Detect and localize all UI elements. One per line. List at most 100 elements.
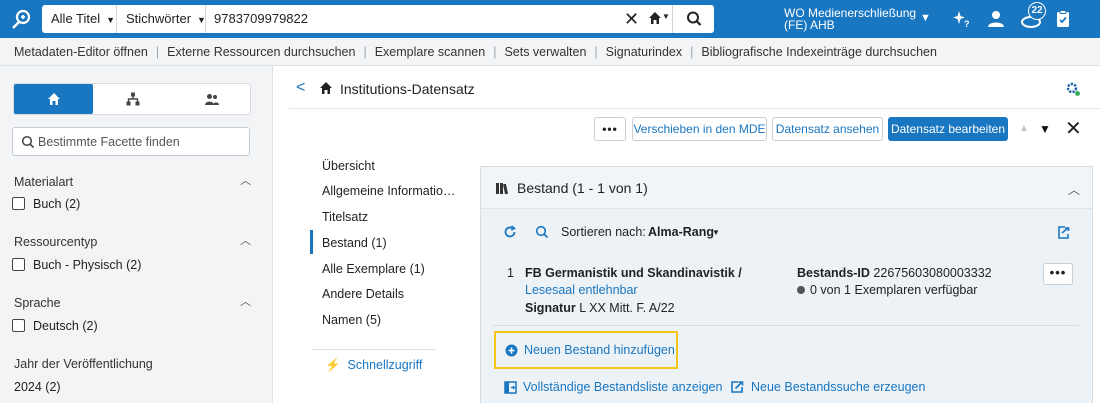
- nav-label: Namen: [322, 313, 363, 327]
- holdings-panel: Bestand (1 - 1 von 1) ︿ Sortieren nach: …: [480, 166, 1093, 403]
- nav-item-overview[interactable]: Übersicht: [322, 159, 375, 173]
- page-title: Institutions-Datensatz: [340, 81, 475, 97]
- search-field-select[interactable]: Stichwörter ▼: [117, 5, 206, 33]
- facet-item-label: Buch - Physisch (2): [33, 258, 142, 272]
- clipboard-check-icon[interactable]: [1052, 8, 1074, 30]
- row-actions-button[interactable]: •••: [1043, 263, 1073, 285]
- close-icon[interactable]: ✕: [1065, 116, 1082, 141]
- view-record-button[interactable]: Datensatz ansehen: [772, 117, 883, 141]
- facet-item-label: Deutsch (2): [33, 319, 98, 333]
- home-icon: [649, 12, 661, 24]
- facet-item-german[interactable]: Deutsch (2): [12, 319, 98, 333]
- search-scope-select[interactable]: Alle Titel ▼: [42, 5, 117, 33]
- separator: |: [493, 45, 497, 59]
- external-link-icon[interactable]: [730, 380, 744, 394]
- checkbox[interactable]: [12, 197, 25, 210]
- home-icon: [48, 93, 60, 105]
- chevron-down-icon[interactable]: ▼: [920, 12, 931, 24]
- quick-access-link[interactable]: ⚡ Schnellzugriff: [325, 358, 422, 373]
- back-icon[interactable]: <: [296, 79, 305, 97]
- gear-icon[interactable]: [1065, 81, 1081, 97]
- nav-item-holdings[interactable]: Bestand (1): [322, 236, 387, 250]
- row-number: 1: [507, 266, 514, 280]
- facet-search-input[interactable]: Bestimmte Facette finden: [12, 127, 250, 156]
- facet-tabs: [13, 83, 251, 115]
- full-holdings-list-link[interactable]: Vollständige Bestandsliste anzeigen: [523, 380, 722, 394]
- holdings-title: Bestand (1 - 1 von 1): [517, 180, 648, 196]
- nav-label: Titelsatz: [322, 210, 369, 224]
- chevron-up-icon[interactable]: ︿: [240, 293, 251, 309]
- facet-item-2024[interactable]: 2024 (2): [14, 380, 61, 394]
- nav-label: Bestand: [322, 236, 368, 250]
- separator: |: [155, 45, 160, 59]
- sort-select[interactable]: Alma-Rang: [648, 225, 714, 239]
- chevron-down-icon: ▼: [106, 15, 116, 25]
- separator: |: [363, 45, 367, 59]
- tab-hierarchy[interactable]: [93, 84, 172, 114]
- chevron-up-icon[interactable]: ︿: [1068, 181, 1080, 198]
- nav-item-title-record[interactable]: Titelsatz: [322, 210, 368, 224]
- search-scope-label: Alle Titel: [51, 11, 101, 26]
- shelf-list-link[interactable]: Signaturindex: [606, 45, 682, 59]
- facet-item-label: Buch (2): [33, 197, 81, 211]
- search-icon: [687, 11, 702, 26]
- divider: [289, 108, 1100, 109]
- search-icon: [21, 135, 35, 149]
- separator: |: [594, 45, 598, 59]
- next-record-icon[interactable]: ▼: [1039, 122, 1051, 136]
- facet-heading-publication-year: Jahr der Veröffentlichung: [14, 357, 153, 371]
- clear-search-icon[interactable]: ✕: [624, 9, 639, 29]
- people-icon: [205, 94, 219, 105]
- chevron-up-icon[interactable]: ︿: [240, 172, 251, 188]
- new-holdings-search-link[interactable]: Neue Bestandssuche erzeugen: [751, 380, 925, 394]
- export-icon[interactable]: [1056, 225, 1071, 240]
- refresh-icon[interactable]: [503, 225, 517, 239]
- manage-sets-link[interactable]: Sets verwalten: [504, 45, 586, 59]
- divider: [493, 325, 1079, 326]
- active-nav-indicator: [310, 230, 313, 254]
- sparkle-help-icon[interactable]: ?: [950, 8, 972, 30]
- browse-bib-headings-link[interactable]: Bibliografische Indexeinträge durchsuche…: [701, 45, 937, 59]
- search-button[interactable]: [676, 5, 714, 33]
- scan-items-link[interactable]: Exemplare scannen: [375, 45, 485, 59]
- user-icon[interactable]: [985, 8, 1007, 30]
- institution-selector[interactable]: WO Medienerschließung (FE) AHB: [784, 7, 924, 31]
- chevron-down-icon[interactable]: ▼: [712, 228, 720, 237]
- home-icon: [320, 82, 332, 94]
- search-home-select[interactable]: ▼: [648, 11, 672, 27]
- tab-home[interactable]: [14, 84, 93, 114]
- nav-item-all-items[interactable]: Alle Exemplare (1): [322, 262, 425, 276]
- notification-badge[interactable]: 22: [1028, 2, 1046, 20]
- separator: |: [690, 45, 694, 59]
- checkbox[interactable]: [12, 258, 25, 271]
- edit-record-button[interactable]: Datensatz bearbeiten: [888, 117, 1008, 141]
- divider: [672, 5, 673, 33]
- action-links: Metadaten-Editor öffnen | Externe Ressourc…: [14, 45, 937, 59]
- search-input[interactable]: 9783709979822: [214, 5, 308, 33]
- nav-item-names[interactable]: Namen (5): [322, 313, 381, 327]
- checkbox[interactable]: [12, 319, 25, 332]
- status-dot-icon: [797, 286, 805, 294]
- holding-id: Bestands-ID 22675603080003332: [797, 266, 992, 280]
- list-open-icon[interactable]: [504, 381, 517, 394]
- add-holding-button[interactable]: Neuen Bestand hinzufügen: [494, 331, 678, 369]
- availability-status: 0 von 1 Exemplaren verfügbar: [797, 283, 977, 297]
- alma-logo-icon[interactable]: [10, 7, 34, 31]
- move-to-md-editor-button[interactable]: Verschieben in den MDE: [632, 117, 767, 141]
- previous-record-icon[interactable]: ▲: [1019, 123, 1029, 134]
- nav-item-other-details[interactable]: Andere Details: [322, 287, 404, 301]
- more-actions-button[interactable]: •••: [594, 117, 626, 141]
- divider: [312, 349, 436, 350]
- facet-item-book[interactable]: Buch (2): [12, 197, 80, 211]
- tab-people[interactable]: [172, 84, 251, 114]
- nav-item-general-info[interactable]: Allgemeine Informatio…: [322, 184, 455, 198]
- availability-text: 0 von 1 Exemplaren verfügbar: [810, 283, 978, 297]
- holdings-header[interactable]: Bestand (1 - 1 von 1) ︿: [481, 167, 1092, 209]
- chevron-down-icon: ▼: [197, 15, 206, 25]
- chevron-up-icon[interactable]: ︿: [240, 232, 251, 248]
- search-icon[interactable]: [535, 225, 549, 239]
- holding-location-link[interactable]: Lesesaal entlehnbar: [525, 283, 638, 297]
- external-search-link[interactable]: Externe Ressourcen durchsuchen: [167, 45, 355, 59]
- facet-item-book-physical[interactable]: Buch - Physisch (2): [12, 258, 141, 272]
- open-md-editor-link[interactable]: Metadaten-Editor öffnen: [14, 45, 148, 59]
